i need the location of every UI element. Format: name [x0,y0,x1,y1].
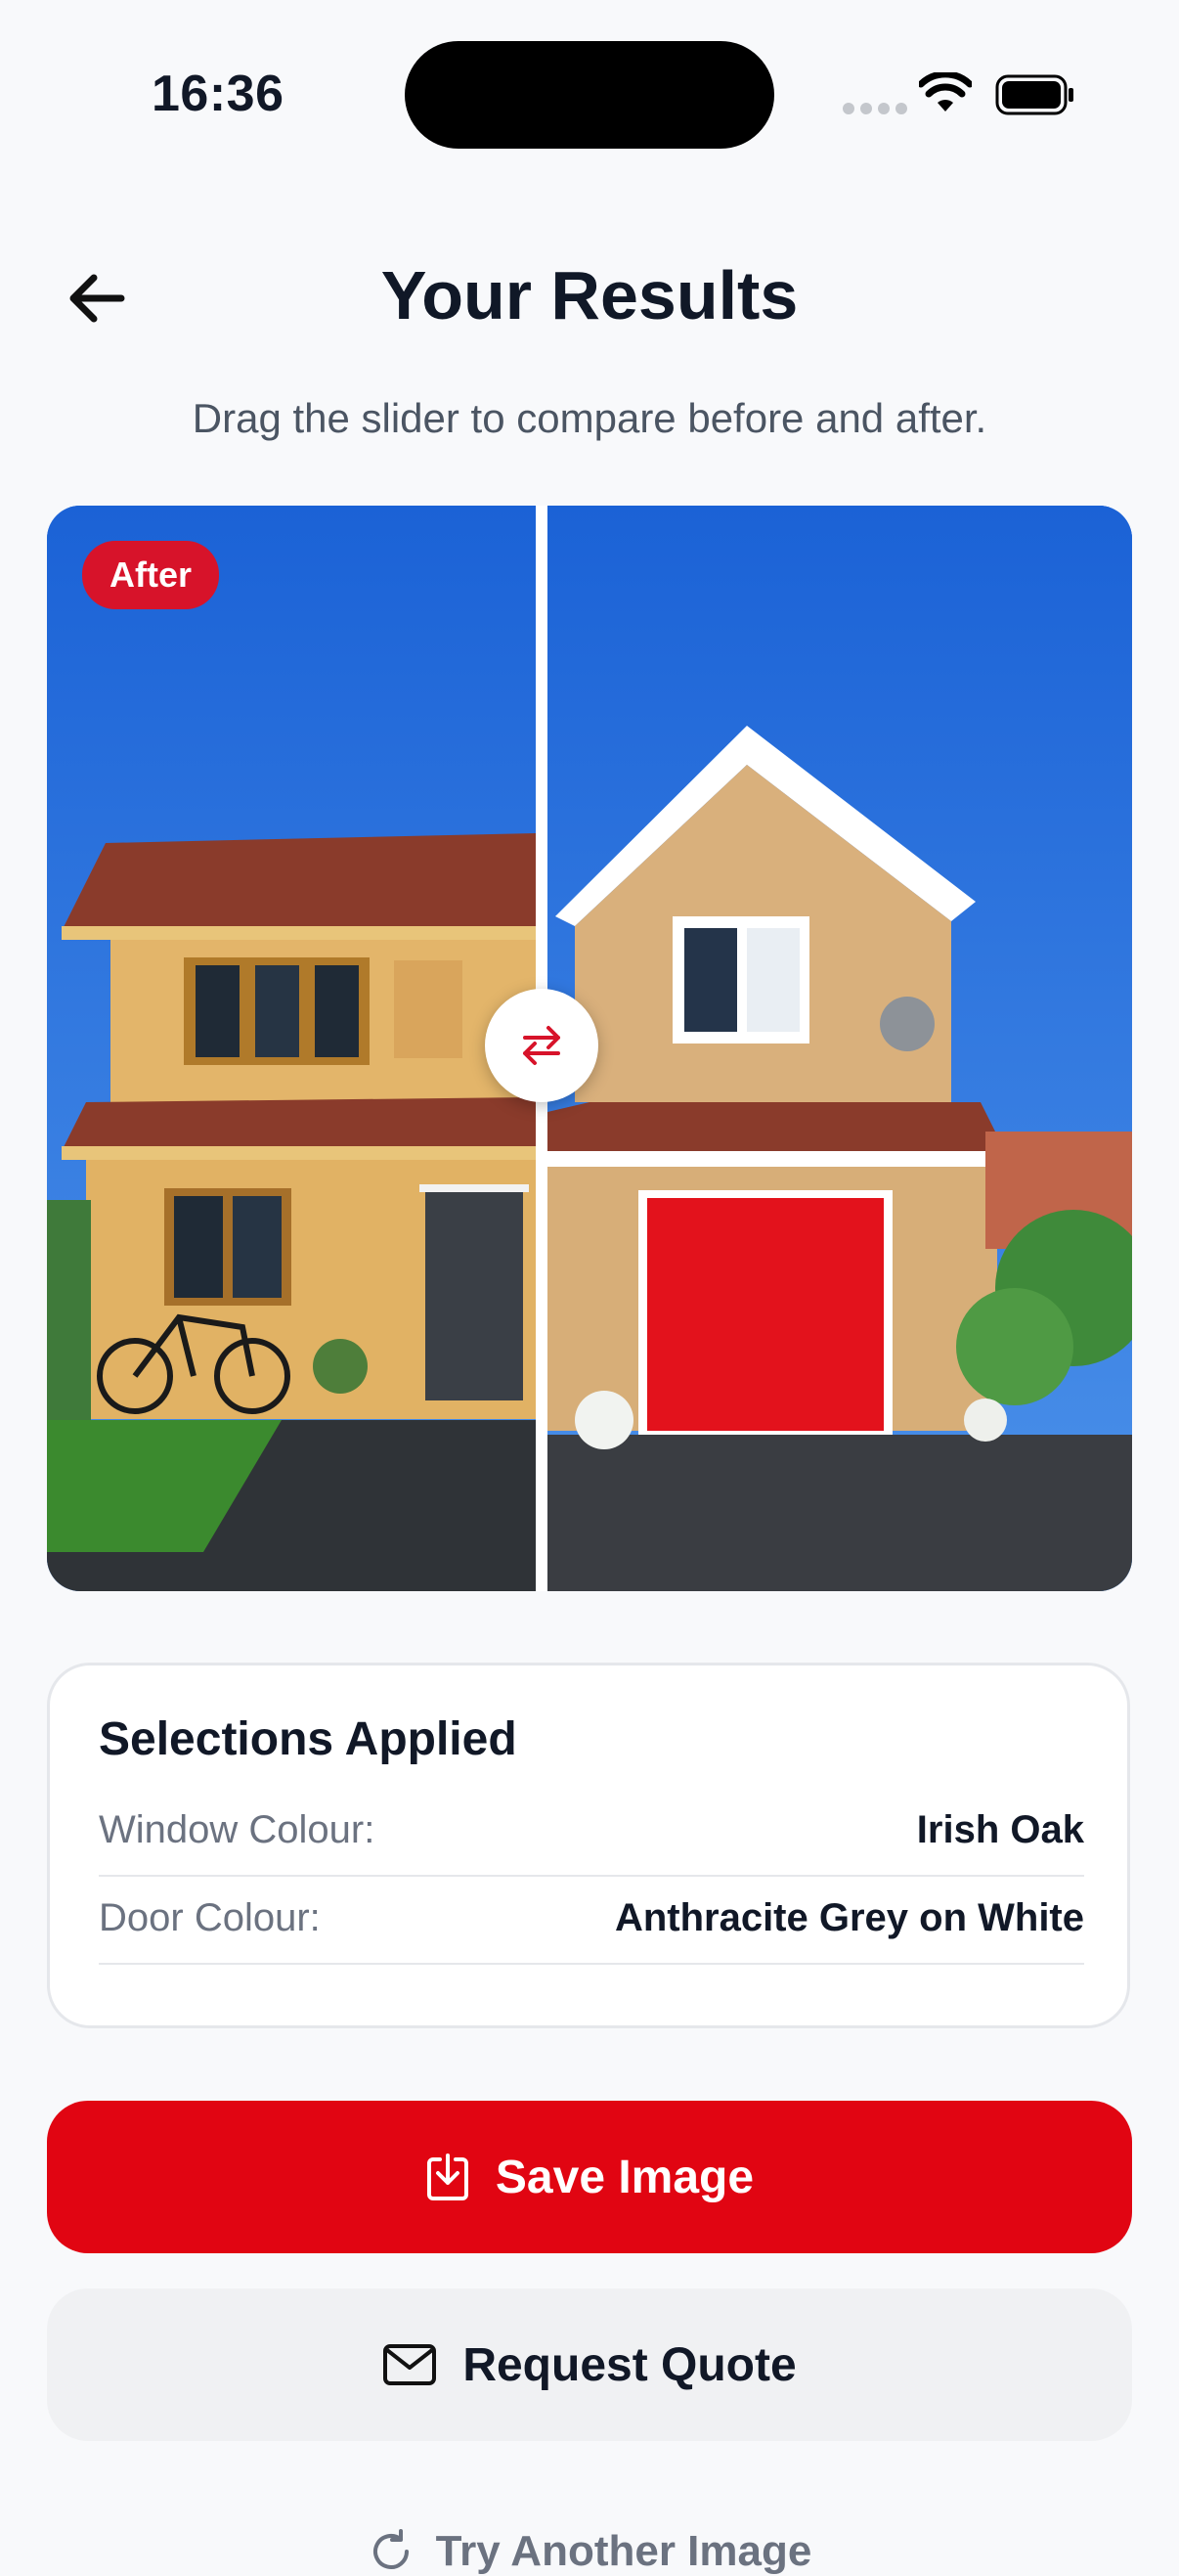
cellular-signal-icon [843,103,907,114]
request-quote-label: Request Quote [462,2338,797,2391]
after-badge: After [82,541,220,609]
selection-value: Anthracite Grey on White [614,1896,1084,1939]
swap-arrows-icon [523,1026,560,1065]
before-after-comparison[interactable]: After [47,506,1132,1591]
selection-label: Window Colour: [99,1808,375,1851]
selection-value: Irish Oak [916,1808,1084,1851]
page-title: Your Results [380,257,799,333]
status-bar: 16:36 [0,0,1179,186]
save-image-button[interactable]: Save Image [47,2101,1132,2253]
page-subtitle: Drag the slider to compare before and af… [192,395,987,441]
selection-row-door: Door Colour: Anthracite Grey on White [99,1879,1084,1965]
request-quote-button[interactable]: Request Quote [47,2288,1132,2441]
slider-handle[interactable] [485,989,598,1102]
refresh-icon [372,2529,409,2569]
dynamic-island [405,41,774,149]
battery-icon [995,74,1073,115]
save-image-label: Save Image [495,2151,755,2203]
try-another-image-link[interactable]: Try Another Image [0,2527,1179,2576]
status-time: 16:36 [152,66,284,122]
mail-icon [383,2344,437,2385]
selections-card: Selections Applied Window Colour: Irish … [47,1663,1130,2028]
try-another-image-label: Try Another Image [435,2527,812,2575]
download-icon [426,2154,468,2200]
wifi-icon [919,72,972,111]
selections-title: Selections Applied [99,1713,517,1765]
selection-row-window: Window Colour: Irish Oak [99,1791,1084,1877]
selection-label: Door Colour: [99,1896,321,1939]
